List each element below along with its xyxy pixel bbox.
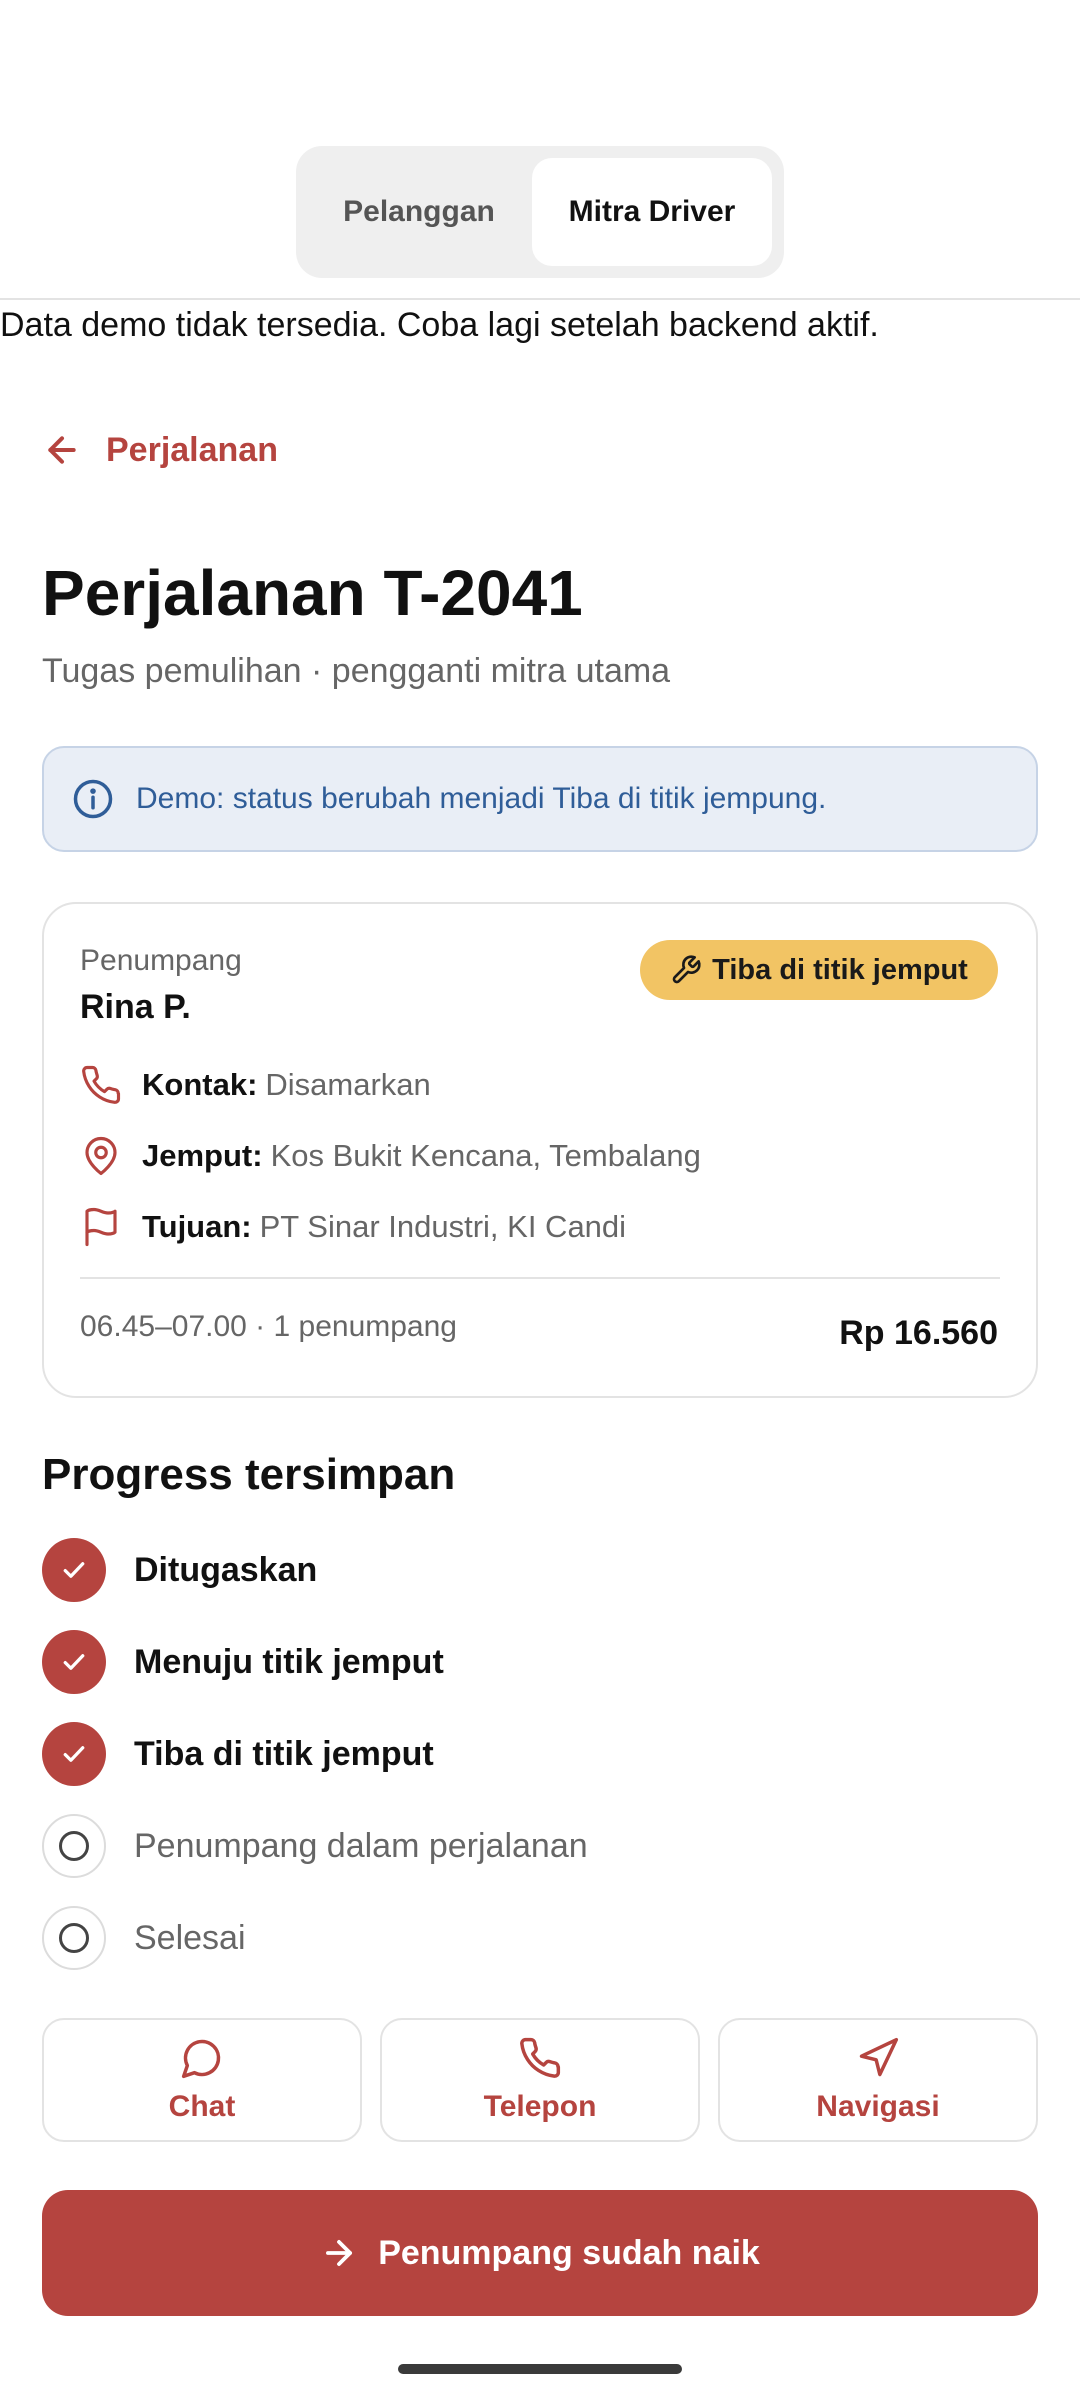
status-badge: Tiba di titik jemput (640, 940, 998, 1000)
back-button[interactable]: Perjalanan (42, 420, 278, 480)
page-subtitle: Tugas pemulihan · pengganti mitra utama (42, 652, 671, 690)
tab-pelanggan[interactable]: Pelanggan (308, 158, 530, 266)
status-badge-text: Tiba di titik jemput (712, 953, 968, 986)
contact-row: Kontak: Disamarkan (80, 1060, 431, 1110)
pickup-row: Jemput: Kos Bukit Kencana, Tembalang (80, 1131, 701, 1181)
page-title: Perjalanan T-2041 (42, 557, 583, 629)
check-icon (42, 1630, 106, 1694)
circle-icon (42, 1814, 106, 1878)
passenger-name: Rina P. (80, 988, 191, 1026)
card-divider (80, 1277, 1000, 1279)
passenger-boarded-label: Penumpang sudah naik (378, 2233, 760, 2272)
call-label: Telepon (483, 2090, 597, 2123)
progress-step-label: Ditugaskan (134, 1550, 318, 1589)
fare-price: Rp 16.560 (839, 1314, 998, 1352)
phone-icon (520, 2037, 561, 2078)
progress-step-label: Penumpang dalam perjalanan (134, 1826, 588, 1865)
destination-row: Tujuan: PT Sinar Industri, KI Candi (80, 1202, 626, 1252)
progress-title: Progress tersimpan (42, 1450, 456, 1499)
progress-step-label: Tiba di titik jemput (134, 1734, 434, 1773)
map-pin-icon (85, 1137, 117, 1176)
progress-step-label: Menuju titik jemput (134, 1642, 444, 1681)
arrow-left-icon (48, 436, 76, 464)
progress-step: Ditugaskan (42, 1538, 317, 1602)
call-button[interactable]: Telepon (380, 2018, 700, 2142)
progress-step: Penumpang dalam perjalanan (42, 1814, 588, 1878)
navigate-label: Navigasi (816, 2090, 940, 2123)
destination-value: PT Sinar Industri, KI Candi (259, 1209, 627, 1244)
phone-icon (82, 1065, 121, 1104)
divider (0, 298, 1080, 300)
progress-step: Selesai (42, 1906, 246, 1970)
progress-step: Tiba di titik jemput (42, 1722, 434, 1786)
home-indicator (398, 2364, 682, 2374)
info-icon (73, 779, 113, 819)
back-label: Perjalanan (106, 430, 278, 469)
contact-key: Kontak: (142, 1067, 258, 1102)
circle-icon (42, 1906, 106, 1970)
demo-unavailable-notice: Data demo tidak tersedia. Coba lagi sete… (0, 306, 879, 344)
time-info: 06.45–07.00 · 1 penumpang (80, 1310, 457, 1343)
passenger-label: Penumpang (80, 944, 242, 977)
chat-button[interactable]: Chat (42, 2018, 362, 2142)
info-banner: Demo: status berubah menjadi Tiba di tit… (42, 746, 1038, 852)
passenger-boarded-button[interactable]: Penumpang sudah naik (42, 2190, 1038, 2316)
progress-step: Menuju titik jemput (42, 1630, 444, 1694)
flag-icon (85, 1207, 117, 1247)
navigation-icon (859, 2037, 899, 2077)
destination-key: Tujuan: (142, 1209, 252, 1244)
message-circle-icon (181, 2039, 221, 2079)
arrow-right-icon (326, 2240, 353, 2266)
pickup-key: Jemput: (142, 1138, 263, 1173)
wrench-icon (672, 955, 701, 984)
pickup-value: Kos Bukit Kencana, Tembalang (270, 1138, 701, 1173)
tab-mitra-driver[interactable]: Mitra Driver (532, 158, 772, 266)
check-icon (42, 1722, 106, 1786)
check-icon (42, 1538, 106, 1602)
info-banner-text: Demo: status berubah menjadi Tiba di tit… (136, 782, 827, 815)
contact-value: Disamarkan (265, 1067, 431, 1102)
progress-step-label: Selesai (134, 1918, 246, 1957)
navigate-button[interactable]: Navigasi (718, 2018, 1038, 2142)
role-switch: Pelanggan Mitra Driver (296, 146, 784, 278)
chat-label: Chat (168, 2090, 236, 2123)
